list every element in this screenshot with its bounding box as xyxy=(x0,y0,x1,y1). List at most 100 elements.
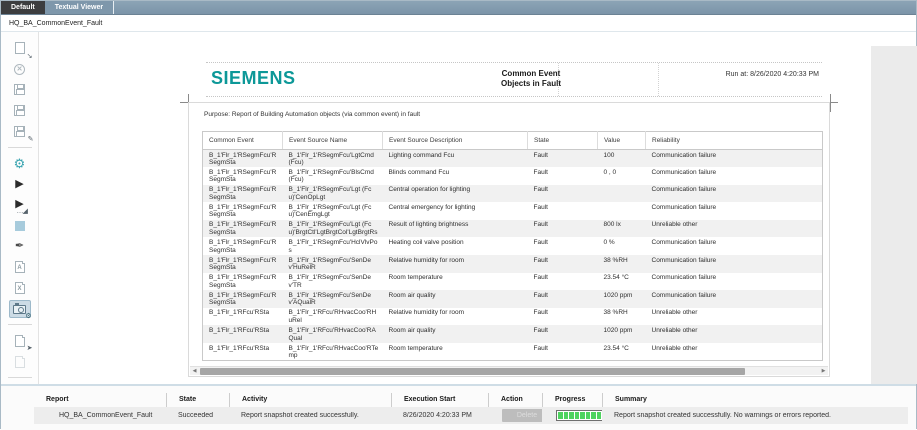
scrollbar-thumb[interactable] xyxy=(200,368,745,375)
cell-common-event: B_1'Flr_1'RSegmFcu'RSegmSta xyxy=(203,185,283,203)
col-action[interactable]: Action xyxy=(488,393,542,407)
cell-common-event: B_1'Flr_1'RSegmFcu'RSegmSta xyxy=(203,220,283,238)
col-event-source-name[interactable]: Event Source Name xyxy=(283,132,383,150)
cell-value: 800 lx xyxy=(598,220,646,238)
report-canvas: SIEMENS Common Event Objects in Fault Ru… xyxy=(39,32,871,384)
tab-textual-viewer[interactable]: Textual Viewer xyxy=(45,1,114,14)
sign-pen-icon[interactable]: ✒ xyxy=(9,237,31,256)
col-common-event[interactable]: Common Event xyxy=(203,132,283,150)
cell-state: Fault xyxy=(528,237,598,255)
cell-event-source-name: B_1'Flr_1'RFcu'RHvacCoo'RHuRel xyxy=(283,308,383,326)
fault-objects-table: Common Event Event Source Name Event Sou… xyxy=(202,131,823,361)
cell-reliability: Communication failure xyxy=(646,185,823,203)
stop-square-icon xyxy=(15,221,25,231)
table-row[interactable]: B_1'Flr_1'RFcu'RSta B_1'Flr_1'RFcu'RHvac… xyxy=(203,343,823,361)
cell-reliability: Communication failure xyxy=(646,150,823,168)
cell-reliability: Communication failure xyxy=(646,273,823,291)
horizontal-scrollbar[interactable]: ◀ ▶ xyxy=(190,366,828,375)
col-activity[interactable]: Activity xyxy=(229,393,391,407)
gear-icon: ⚙ xyxy=(25,313,31,320)
table-row[interactable]: B_1'Flr_1'RSegmFcu'RSegmSta B_1'Flr_1'RS… xyxy=(203,237,823,255)
table-row[interactable]: B_1'Flr_1'RSegmFcu'RSegmSta B_1'Flr_1'RS… xyxy=(203,290,823,308)
cancel-icon[interactable]: ✕ xyxy=(9,60,31,79)
settings-gear-icon[interactable]: ⚙ xyxy=(9,154,31,173)
table-row[interactable]: B_1'Flr_1'RSegmFcu'RSegmSta B_1'Flr_1'RS… xyxy=(203,185,823,203)
cell-reliability: Unreliable other xyxy=(646,308,823,326)
import-report-icon[interactable] xyxy=(9,352,31,371)
col-summary[interactable]: Summary xyxy=(602,393,908,407)
col-state[interactable]: State xyxy=(528,132,598,150)
table-row[interactable]: B_1'Flr_1'RSegmFcu'RSegmSta B_1'Flr_1'RS… xyxy=(203,202,823,220)
save-as-icon[interactable] xyxy=(9,101,31,120)
circle-x-icon: ✕ xyxy=(14,64,25,75)
scroll-left-arrow-icon[interactable]: ◀ xyxy=(191,368,198,375)
stop-icon[interactable] xyxy=(9,216,31,235)
table-row[interactable]: B_1'Flr_1'RFcu'RSta B_1'Flr_1'RFcu'RHvac… xyxy=(203,325,823,343)
export-pdf-icon[interactable]: A xyxy=(9,258,31,277)
cell-common-event: B_1'Flr_1'RSegmFcu'RSegmSta xyxy=(203,150,283,168)
save-edit-icon[interactable]: ✎ xyxy=(9,122,31,141)
cell-event-source-name: B_1'Flr_1'RSegmFcu'HclVlvPos xyxy=(283,237,383,255)
cell-event-source-name: B_1'Flr_1'RSegmFcu'Lgt (Fcu)'CenOpLgt xyxy=(283,185,383,203)
cell-value: 23.54 °C xyxy=(598,343,646,361)
cell-event-source-description: Heating coil valve position xyxy=(383,237,528,255)
cell-state: Fault xyxy=(528,290,598,308)
purpose-text: Purpose: Report of Building Automation o… xyxy=(204,111,420,118)
toolbar-divider xyxy=(8,147,32,148)
siemens-logo: SIEMENS xyxy=(211,68,296,89)
col-state[interactable]: State xyxy=(166,393,229,407)
execution-row[interactable]: HQ_BA_CommonEvent_Fault Succeeded Report… xyxy=(34,407,908,424)
execution-activity: Report snapshot created successfully. xyxy=(229,412,391,419)
col-event-source-description[interactable]: Event Source Description xyxy=(383,132,528,150)
cell-state: Fault xyxy=(528,150,598,168)
ellipsis-icon: …◢ xyxy=(17,209,27,214)
run-icon[interactable]: ▶ xyxy=(9,175,31,194)
cell-event-source-name: B_1'Flr_1'RSegmFcu'Lgt (Fcu)'BrgtCtl'Lgt… xyxy=(283,220,383,238)
tab-default[interactable]: Default xyxy=(1,1,45,14)
cell-event-source-name: B_1'Flr_1'RSegmFcu'Lgt (Fcu)'CenEmgLgt xyxy=(283,202,383,220)
table-row[interactable]: B_1'Flr_1'RSegmFcu'RSegmSta B_1'Flr_1'RS… xyxy=(203,220,823,238)
col-progress[interactable]: Progress xyxy=(542,393,602,407)
execution-start-time: 8/26/2020 4:20:33 PM xyxy=(391,412,488,419)
cell-reliability: Unreliable other xyxy=(646,325,823,343)
cell-value: 38 %RH xyxy=(598,308,646,326)
cell-value: 100 xyxy=(598,150,646,168)
report-toolbar: ↘ ✕ ✎ ⚙ ▶ ▶…◢ ✒ A X ⚙ ➤ xyxy=(1,32,39,384)
cell-value: 1020 ppm xyxy=(598,325,646,343)
floppy-icon xyxy=(14,126,25,137)
cell-event-source-description: Room air quality xyxy=(383,325,528,343)
delete-button[interactable]: Delete xyxy=(502,409,542,422)
report-snapshot-icon[interactable]: ⚙ xyxy=(9,300,31,319)
scroll-right-arrow-icon[interactable]: ▶ xyxy=(820,368,827,375)
cell-state: Fault xyxy=(528,308,598,326)
execution-panel-header: Report State Activity Execution Start Ac… xyxy=(34,393,908,407)
table-header-row: Common Event Event Source Name Event Sou… xyxy=(203,132,823,150)
export-report-icon[interactable]: ➤ xyxy=(9,331,31,350)
corner-arrow-icon: ↘ xyxy=(27,53,33,60)
cell-reliability: Unreliable other xyxy=(646,220,823,238)
save-icon[interactable] xyxy=(9,81,31,100)
run-at-timestamp: Run at: 8/26/2020 4:20:33 PM xyxy=(726,71,819,78)
cell-reliability: Unreliable other xyxy=(646,343,823,361)
run-with-options-icon[interactable]: ▶…◢ xyxy=(9,196,31,215)
table-row[interactable]: B_1'Flr_1'RSegmFcu'RSegmSta B_1'Flr_1'RS… xyxy=(203,255,823,273)
table-row[interactable]: B_1'Flr_1'RFcu'RSta B_1'Flr_1'RFcu'RHvac… xyxy=(203,308,823,326)
cell-event-source-name: B_1'Flr_1'RSegmFcu'SenDev'HuRelR xyxy=(283,255,383,273)
col-report[interactable]: Report xyxy=(34,393,166,407)
right-gray-panel xyxy=(871,46,917,384)
export-arrow-icon: ➤ xyxy=(27,345,33,352)
cell-state: Fault xyxy=(528,185,598,203)
new-report-icon[interactable]: ↘ xyxy=(9,39,31,58)
cell-value: 0 % xyxy=(598,237,646,255)
cell-event-source-description: Relative humidity for room xyxy=(383,308,528,326)
cell-common-event: B_1'Flr_1'RSegmFcu'RSegmSta xyxy=(203,290,283,308)
table-row[interactable]: B_1'Flr_1'RSegmFcu'RSegmSta B_1'Flr_1'RS… xyxy=(203,167,823,185)
col-reliability[interactable]: Reliability xyxy=(646,132,823,150)
table-row[interactable]: B_1'Flr_1'RSegmFcu'RSegmSta B_1'Flr_1'RS… xyxy=(203,150,823,168)
col-execution-start[interactable]: Execution Start xyxy=(391,393,488,407)
cell-reliability: Communication failure xyxy=(646,255,823,273)
cell-common-event: B_1'Flr_1'RFcu'RSta xyxy=(203,308,283,326)
export-excel-icon[interactable]: X xyxy=(9,279,31,298)
col-value[interactable]: Value xyxy=(598,132,646,150)
table-row[interactable]: B_1'Flr_1'RSegmFcu'RSegmSta B_1'Flr_1'RS… xyxy=(203,273,823,291)
